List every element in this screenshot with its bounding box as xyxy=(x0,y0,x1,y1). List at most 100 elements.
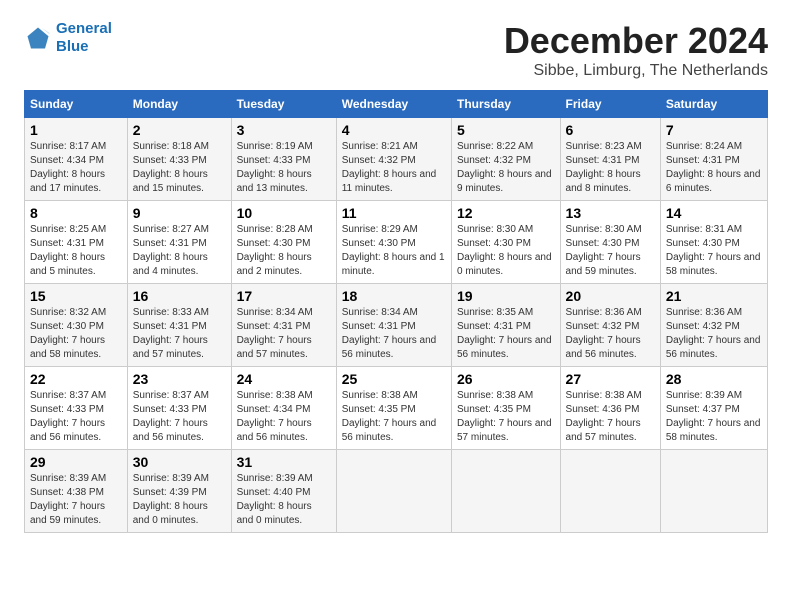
day-number: 30 xyxy=(133,454,226,470)
day-info: Sunrise: 8:37 AMSunset: 4:33 PMDaylight:… xyxy=(30,390,106,443)
day-number: 15 xyxy=(30,288,122,304)
page-subtitle: Sibbe, Limburg, The Netherlands xyxy=(504,62,768,80)
day-info: Sunrise: 8:33 AMSunset: 4:31 PMDaylight:… xyxy=(133,307,209,360)
day-info: Sunrise: 8:31 AMSunset: 4:30 PMDaylight:… xyxy=(666,224,761,277)
day-number: 16 xyxy=(133,288,226,304)
day-number: 3 xyxy=(237,122,331,138)
calendar-cell: 14 Sunrise: 8:31 AMSunset: 4:30 PMDaylig… xyxy=(660,201,767,284)
weekday-header-row: SundayMondayTuesdayWednesdayThursdayFrid… xyxy=(25,91,768,118)
day-number: 22 xyxy=(30,371,122,387)
day-info: Sunrise: 8:39 AMSunset: 4:39 PMDaylight:… xyxy=(133,473,209,526)
day-number: 24 xyxy=(237,371,331,387)
calendar-cell: 18 Sunrise: 8:34 AMSunset: 4:31 PMDaylig… xyxy=(336,284,451,367)
day-number: 23 xyxy=(133,371,226,387)
day-info: Sunrise: 8:18 AMSunset: 4:33 PMDaylight:… xyxy=(133,141,209,194)
day-number: 20 xyxy=(566,288,655,304)
day-info: Sunrise: 8:38 AMSunset: 4:36 PMDaylight:… xyxy=(566,390,642,443)
calendar-cell: 12 Sunrise: 8:30 AMSunset: 4:30 PMDaylig… xyxy=(452,201,561,284)
calendar-week-row: 15 Sunrise: 8:32 AMSunset: 4:30 PMDaylig… xyxy=(25,284,768,367)
calendar-cell: 31 Sunrise: 8:39 AMSunset: 4:40 PMDaylig… xyxy=(231,450,336,533)
day-number: 4 xyxy=(342,122,446,138)
weekday-header-tuesday: Tuesday xyxy=(231,91,336,118)
calendar-cell: 29 Sunrise: 8:39 AMSunset: 4:38 PMDaylig… xyxy=(25,450,128,533)
day-number: 27 xyxy=(566,371,655,387)
weekday-header-monday: Monday xyxy=(127,91,231,118)
logo-text: General Blue xyxy=(56,20,112,56)
calendar-cell: 1 Sunrise: 8:17 AMSunset: 4:34 PMDayligh… xyxy=(25,118,128,201)
calendar-cell xyxy=(452,450,561,533)
day-number: 8 xyxy=(30,205,122,221)
calendar-cell: 17 Sunrise: 8:34 AMSunset: 4:31 PMDaylig… xyxy=(231,284,336,367)
day-info: Sunrise: 8:38 AMSunset: 4:35 PMDaylight:… xyxy=(457,390,552,443)
day-number: 5 xyxy=(457,122,555,138)
day-number: 14 xyxy=(666,205,762,221)
weekday-header-thursday: Thursday xyxy=(452,91,561,118)
calendar-cell: 30 Sunrise: 8:39 AMSunset: 4:39 PMDaylig… xyxy=(127,450,231,533)
day-number: 29 xyxy=(30,454,122,470)
calendar-cell: 10 Sunrise: 8:28 AMSunset: 4:30 PMDaylig… xyxy=(231,201,336,284)
title-block: December 2024 Sibbe, Limburg, The Nether… xyxy=(504,20,768,80)
day-info: Sunrise: 8:30 AMSunset: 4:30 PMDaylight:… xyxy=(457,224,552,277)
calendar-cell: 27 Sunrise: 8:38 AMSunset: 4:36 PMDaylig… xyxy=(560,367,660,450)
calendar-cell: 2 Sunrise: 8:18 AMSunset: 4:33 PMDayligh… xyxy=(127,118,231,201)
day-number: 12 xyxy=(457,205,555,221)
day-info: Sunrise: 8:28 AMSunset: 4:30 PMDaylight:… xyxy=(237,224,313,277)
day-number: 6 xyxy=(566,122,655,138)
calendar-cell: 24 Sunrise: 8:38 AMSunset: 4:34 PMDaylig… xyxy=(231,367,336,450)
calendar-week-row: 8 Sunrise: 8:25 AMSunset: 4:31 PMDayligh… xyxy=(25,201,768,284)
day-number: 17 xyxy=(237,288,331,304)
calendar-cell: 26 Sunrise: 8:38 AMSunset: 4:35 PMDaylig… xyxy=(452,367,561,450)
day-info: Sunrise: 8:39 AMSunset: 4:37 PMDaylight:… xyxy=(666,390,761,443)
day-info: Sunrise: 8:35 AMSunset: 4:31 PMDaylight:… xyxy=(457,307,552,360)
calendar-cell: 23 Sunrise: 8:37 AMSunset: 4:33 PMDaylig… xyxy=(127,367,231,450)
day-info: Sunrise: 8:21 AMSunset: 4:32 PMDaylight:… xyxy=(342,141,437,194)
day-info: Sunrise: 8:22 AMSunset: 4:32 PMDaylight:… xyxy=(457,141,552,194)
logo-icon xyxy=(24,24,52,52)
day-info: Sunrise: 8:23 AMSunset: 4:31 PMDaylight:… xyxy=(566,141,642,194)
day-number: 7 xyxy=(666,122,762,138)
day-info: Sunrise: 8:29 AMSunset: 4:30 PMDaylight:… xyxy=(342,224,445,277)
calendar-cell: 21 Sunrise: 8:36 AMSunset: 4:32 PMDaylig… xyxy=(660,284,767,367)
day-info: Sunrise: 8:36 AMSunset: 4:32 PMDaylight:… xyxy=(666,307,761,360)
day-number: 18 xyxy=(342,288,446,304)
day-number: 26 xyxy=(457,371,555,387)
day-info: Sunrise: 8:24 AMSunset: 4:31 PMDaylight:… xyxy=(666,141,761,194)
day-number: 25 xyxy=(342,371,446,387)
day-info: Sunrise: 8:27 AMSunset: 4:31 PMDaylight:… xyxy=(133,224,209,277)
calendar-week-row: 1 Sunrise: 8:17 AMSunset: 4:34 PMDayligh… xyxy=(25,118,768,201)
calendar-cell: 19 Sunrise: 8:35 AMSunset: 4:31 PMDaylig… xyxy=(452,284,561,367)
day-number: 1 xyxy=(30,122,122,138)
weekday-header-saturday: Saturday xyxy=(660,91,767,118)
day-number: 19 xyxy=(457,288,555,304)
day-number: 2 xyxy=(133,122,226,138)
calendar-cell: 8 Sunrise: 8:25 AMSunset: 4:31 PMDayligh… xyxy=(25,201,128,284)
calendar-week-row: 22 Sunrise: 8:37 AMSunset: 4:33 PMDaylig… xyxy=(25,367,768,450)
day-info: Sunrise: 8:32 AMSunset: 4:30 PMDaylight:… xyxy=(30,307,106,360)
day-info: Sunrise: 8:19 AMSunset: 4:33 PMDaylight:… xyxy=(237,141,313,194)
calendar-cell: 7 Sunrise: 8:24 AMSunset: 4:31 PMDayligh… xyxy=(660,118,767,201)
weekday-header-sunday: Sunday xyxy=(25,91,128,118)
calendar-cell: 15 Sunrise: 8:32 AMSunset: 4:30 PMDaylig… xyxy=(25,284,128,367)
day-info: Sunrise: 8:17 AMSunset: 4:34 PMDaylight:… xyxy=(30,141,106,194)
logo-line2: Blue xyxy=(56,38,112,56)
calendar-cell: 11 Sunrise: 8:29 AMSunset: 4:30 PMDaylig… xyxy=(336,201,451,284)
day-info: Sunrise: 8:34 AMSunset: 4:31 PMDaylight:… xyxy=(342,307,437,360)
day-number: 10 xyxy=(237,205,331,221)
logo-line1: General xyxy=(56,20,112,38)
calendar-cell: 28 Sunrise: 8:39 AMSunset: 4:37 PMDaylig… xyxy=(660,367,767,450)
day-number: 28 xyxy=(666,371,762,387)
calendar-cell: 6 Sunrise: 8:23 AMSunset: 4:31 PMDayligh… xyxy=(560,118,660,201)
day-info: Sunrise: 8:38 AMSunset: 4:35 PMDaylight:… xyxy=(342,390,437,443)
day-info: Sunrise: 8:39 AMSunset: 4:40 PMDaylight:… xyxy=(237,473,313,526)
day-number: 21 xyxy=(666,288,762,304)
weekday-header-friday: Friday xyxy=(560,91,660,118)
calendar-week-row: 29 Sunrise: 8:39 AMSunset: 4:38 PMDaylig… xyxy=(25,450,768,533)
calendar-cell: 22 Sunrise: 8:37 AMSunset: 4:33 PMDaylig… xyxy=(25,367,128,450)
day-info: Sunrise: 8:25 AMSunset: 4:31 PMDaylight:… xyxy=(30,224,106,277)
calendar-cell: 25 Sunrise: 8:38 AMSunset: 4:35 PMDaylig… xyxy=(336,367,451,450)
day-info: Sunrise: 8:39 AMSunset: 4:38 PMDaylight:… xyxy=(30,473,106,526)
day-info: Sunrise: 8:34 AMSunset: 4:31 PMDaylight:… xyxy=(237,307,313,360)
page-title: December 2024 xyxy=(504,20,768,62)
day-info: Sunrise: 8:30 AMSunset: 4:30 PMDaylight:… xyxy=(566,224,642,277)
calendar-cell: 20 Sunrise: 8:36 AMSunset: 4:32 PMDaylig… xyxy=(560,284,660,367)
